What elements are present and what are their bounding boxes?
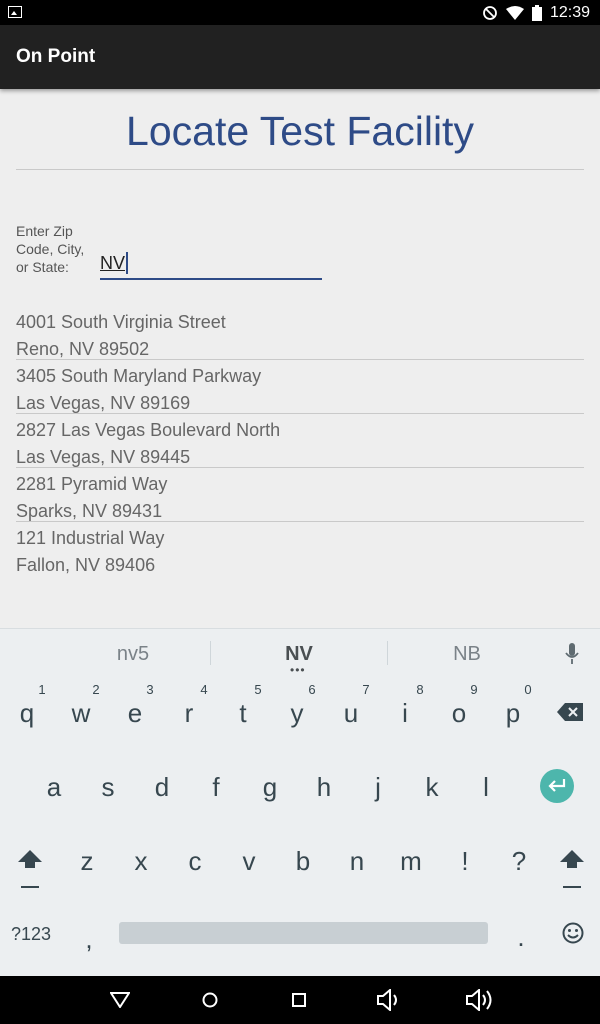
soft-keyboard: nv5 NV ••• NB 1 2 3 4 5 6 7 8 9 0 q w e … [0, 628, 600, 976]
facility-city: Sparks, NV 89431 [16, 501, 163, 521]
facility-city: Las Vegas, NV 89169 [16, 393, 191, 413]
emoji-icon[interactable] [562, 922, 584, 944]
key-hint: 1 [38, 682, 46, 697]
facility-street: 3405 South Maryland Parkway [16, 366, 262, 386]
suggestion-divider [387, 641, 388, 665]
facility-street: 121 Industrial Way [16, 528, 165, 548]
facility-results-list: 4001 South Virginia Street Reno, NV 8950… [16, 306, 584, 576]
key-exclamation[interactable]: ! [438, 846, 492, 877]
page-title: Locate Test Facility [126, 108, 474, 154]
suggestion-divider [210, 641, 211, 665]
key-q[interactable]: q [0, 698, 54, 729]
key-f[interactable]: f [189, 772, 243, 803]
suggestion-more-dots: ••• [290, 663, 306, 677]
facility-result-item[interactable]: 2281 Pyramid Way Sparks, NV 89431 [16, 468, 584, 522]
backspace-icon[interactable] [557, 703, 583, 721]
do-not-disturb-icon [483, 5, 497, 20]
key-x[interactable]: x [114, 846, 168, 877]
key-z[interactable]: z [60, 846, 114, 877]
zip-field-label: Enter Zip Code, City, or State: [16, 223, 85, 275]
key-b[interactable]: b [276, 846, 330, 877]
key-i[interactable]: i [378, 698, 432, 729]
key-hint: 7 [362, 682, 370, 697]
key-s[interactable]: s [81, 772, 135, 803]
key-j[interactable]: j [351, 772, 405, 803]
key-k[interactable]: k [405, 772, 459, 803]
app-title: On Point [16, 46, 96, 67]
recents-icon [292, 993, 306, 1007]
volume-up-button[interactable] [455, 976, 505, 1024]
wifi-icon [505, 5, 524, 20]
shift-left-icon[interactable] [18, 850, 42, 890]
facility-street: 2281 Pyramid Way [16, 474, 168, 494]
key-d[interactable]: d [135, 772, 189, 803]
symbols-key[interactable]: ?123 [4, 924, 58, 945]
key-hint: 0 [524, 682, 532, 697]
key-hint: 5 [254, 682, 262, 697]
key-p[interactable]: p [486, 698, 540, 729]
facility-street: 2827 Las Vegas Boulevard North [16, 420, 281, 440]
key-g[interactable]: g [243, 772, 297, 803]
facility-city: Reno, NV 89502 [16, 339, 150, 359]
key-comma[interactable]: , [62, 924, 116, 955]
suggestion-strip: nv5 NV ••• NB [0, 628, 600, 677]
key-period[interactable]: . [494, 922, 548, 953]
facility-city: Las Vegas, NV 89445 [16, 447, 191, 467]
facility-street: 4001 South Virginia Street [16, 312, 226, 332]
back-button[interactable] [95, 976, 145, 1024]
key-hint: 9 [470, 682, 478, 697]
navigation-bar [0, 976, 600, 1024]
battery-icon [531, 4, 542, 21]
key-o[interactable]: o [432, 698, 486, 729]
microphone-icon[interactable] [564, 643, 580, 665]
app-bar: On Point [0, 25, 600, 89]
key-h[interactable]: h [297, 772, 351, 803]
enter-key[interactable] [540, 769, 574, 803]
facility-city: Fallon, NV 89406 [16, 555, 156, 575]
key-l[interactable]: l [459, 772, 513, 803]
recents-button[interactable] [274, 976, 324, 1024]
volume-up-icon [466, 989, 492, 1011]
gallery-notification-icon [8, 6, 22, 18]
key-a[interactable]: a [27, 772, 81, 803]
facility-result-item[interactable]: 121 Industrial Way Fallon, NV 89406 [16, 522, 584, 576]
key-m[interactable]: m [384, 846, 438, 877]
key-hint: 8 [416, 682, 424, 697]
home-button[interactable] [185, 976, 235, 1024]
space-bar[interactable] [119, 922, 488, 944]
key-y[interactable]: y [270, 698, 324, 729]
status-time: 12:39 [549, 3, 590, 21]
key-hint: 3 [146, 682, 154, 697]
key-hint: 6 [308, 682, 316, 697]
key-hint: 2 [92, 682, 100, 697]
zip-search-input[interactable] [100, 248, 322, 280]
text-cursor [126, 252, 128, 274]
suggestion-left[interactable]: nv5 [58, 629, 208, 675]
home-icon [202, 992, 218, 1008]
key-v[interactable]: v [222, 846, 276, 877]
key-question[interactable]: ? [492, 846, 546, 877]
key-r[interactable]: r [162, 698, 216, 729]
shift-right-icon[interactable] [560, 850, 584, 890]
back-icon [110, 992, 130, 1008]
status-bar: 12:39 [0, 0, 600, 25]
divider [16, 169, 584, 170]
key-t[interactable]: t [216, 698, 270, 729]
key-w[interactable]: w [54, 698, 108, 729]
enter-icon [548, 779, 566, 792]
facility-result-item[interactable]: 2827 Las Vegas Boulevard North Las Vegas… [16, 414, 584, 468]
facility-result-item[interactable]: 3405 South Maryland Parkway Las Vegas, N… [16, 360, 584, 414]
facility-result-item[interactable]: 4001 South Virginia Street Reno, NV 8950… [16, 306, 584, 360]
key-n[interactable]: n [330, 846, 384, 877]
key-c[interactable]: c [168, 846, 222, 877]
volume-down-icon [377, 989, 397, 1011]
volume-down-button[interactable] [365, 976, 415, 1024]
key-e[interactable]: e [108, 698, 162, 729]
key-u[interactable]: u [324, 698, 378, 729]
suggestion-right[interactable]: NB [392, 629, 542, 675]
key-hint: 4 [200, 682, 208, 697]
